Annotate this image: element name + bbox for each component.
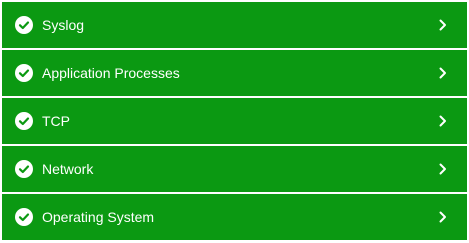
list-item-label: Syslog: [42, 17, 85, 33]
check-circle-icon: [15, 16, 33, 34]
list-item-syslog[interactable]: Syslog: [2, 2, 467, 48]
check-circle-icon: [15, 160, 33, 178]
chevron-right-icon[interactable]: [437, 18, 449, 32]
chevron-right-icon[interactable]: [437, 114, 449, 128]
list-item-label: TCP: [42, 113, 70, 129]
chevron-right-icon[interactable]: [437, 210, 449, 224]
chevron-right-icon[interactable]: [437, 162, 449, 176]
check-list: Syslog Application Processes TCP Network: [0, 0, 469, 243]
check-circle-icon: [15, 208, 33, 226]
list-item-label: Application Processes: [42, 65, 180, 81]
list-item-tcp[interactable]: TCP: [2, 98, 467, 144]
list-item-operating-system[interactable]: Operating System: [2, 194, 467, 240]
chevron-right-icon[interactable]: [437, 66, 449, 80]
list-item-label: Operating System: [42, 209, 155, 225]
check-circle-icon: [15, 112, 33, 130]
list-item-network[interactable]: Network: [2, 146, 467, 192]
check-circle-icon: [15, 64, 33, 82]
list-item-application-processes[interactable]: Application Processes: [2, 50, 467, 96]
list-item-label: Network: [42, 161, 94, 177]
